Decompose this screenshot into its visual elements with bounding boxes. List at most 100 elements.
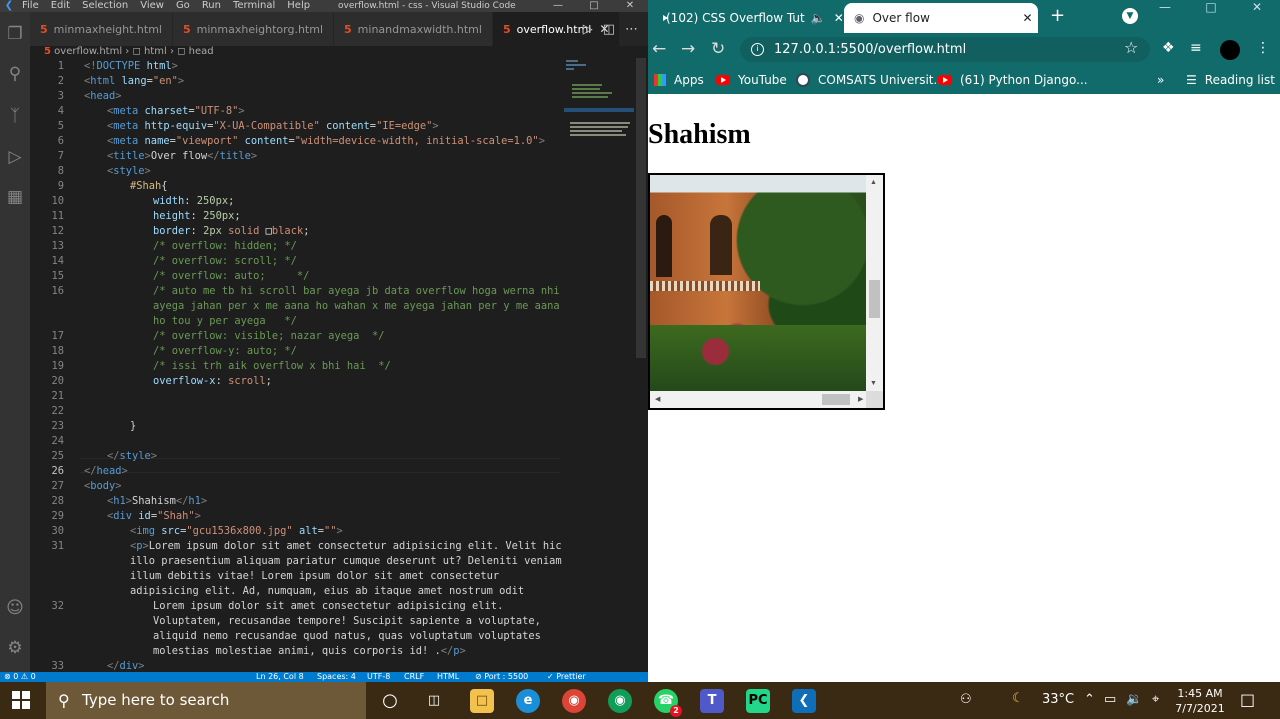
- new-tab-icon[interactable]: +: [1050, 6, 1065, 26]
- chrome-alt-icon[interactable]: ◉: [608, 689, 632, 713]
- reload-icon[interactable]: ↻: [711, 39, 725, 59]
- breadcrumb-html[interactable]: html: [144, 46, 167, 57]
- speaker-icon[interactable]: 🔈: [811, 11, 826, 25]
- vertical-scrollbar[interactable]: ▲ ▼: [866, 175, 883, 393]
- whatsapp-icon[interactable]: ☎ 2: [654, 689, 682, 717]
- bookmark-youtube[interactable]: YouTube: [716, 71, 787, 89]
- more-actions-icon[interactable]: ⋯: [625, 22, 638, 37]
- cortana-icon[interactable]: ○: [378, 689, 402, 713]
- battery-icon[interactable]: ▭: [1104, 692, 1116, 707]
- search-icon[interactable]: ⚲: [3, 62, 27, 86]
- menu-selection[interactable]: Selection: [76, 0, 134, 12]
- chrome-menu-icon[interactable]: ⋮: [1256, 40, 1270, 56]
- close-tab-icon[interactable]: ✕: [834, 11, 842, 25]
- tab-minmaxheightorg[interactable]: 5 minmaxheightorg.html: [172, 12, 335, 46]
- vscode-taskbar-icon[interactable]: ❮: [792, 689, 816, 713]
- extensions-puzzle-icon[interactable]: ❖: [1162, 40, 1175, 56]
- windows-start-icon[interactable]: [12, 691, 30, 709]
- tab-minmaxheight[interactable]: 5 minmaxheight.html: [30, 12, 173, 46]
- bookmark-star-icon[interactable]: ☆: [1124, 38, 1138, 57]
- manage-gear-icon[interactable]: ⚙: [3, 636, 27, 660]
- back-icon[interactable]: ←: [652, 39, 666, 59]
- edge-icon[interactable]: e: [516, 689, 540, 713]
- tab-minandmaxwidth[interactable]: 5 minandmaxwidth.html: [334, 12, 493, 46]
- task-view-icon[interactable]: ◫: [422, 689, 446, 713]
- maximize-icon[interactable]: □: [1188, 0, 1234, 22]
- forward-icon[interactable]: →: [681, 39, 695, 59]
- more-bookmarks-icon[interactable]: »: [1157, 71, 1164, 89]
- clock[interactable]: 1:45 AM 7/7/2021: [1172, 686, 1228, 716]
- address-bar[interactable]: i 127.0.0.1:5500/overflow.html: [740, 37, 1150, 62]
- notifications-icon[interactable]: □: [1240, 690, 1255, 709]
- browser-tab-youtube[interactable]: (102) CSS Overflow Tut 🔈 ✕: [648, 3, 842, 33]
- scroll-up-arrow-icon[interactable]: ▲: [870, 178, 877, 186]
- cursor-position[interactable]: Ln 26, Col 8: [256, 672, 304, 682]
- horizontal-scrollbar[interactable]: ◀ ▶: [650, 391, 868, 408]
- run-debug-icon[interactable]: ▷: [3, 145, 27, 169]
- problems-status[interactable]: ⊗ 0 ⚠ 0: [4, 672, 36, 682]
- close-icon[interactable]: ✕: [1234, 0, 1280, 22]
- scroll-down-arrow-icon[interactable]: ▼: [870, 379, 877, 387]
- breadcrumb-file[interactable]: overflow.html: [54, 46, 122, 57]
- taskbar-search-box[interactable]: ⚲ Type here to search: [46, 682, 366, 719]
- menu-go[interactable]: Go: [170, 0, 196, 12]
- close-tab-icon[interactable]: ✕: [1022, 11, 1032, 25]
- bookmark-apps[interactable]: Apps: [654, 71, 704, 89]
- account-icon[interactable]: ☺: [3, 596, 27, 620]
- live-server-port[interactable]: ⊘ Port : 5500: [475, 672, 528, 682]
- indentation-status[interactable]: Spaces: 4: [317, 672, 356, 682]
- breadcrumb-head[interactable]: head: [189, 46, 214, 57]
- code-token: /* overflow: visible; nazar ayega */: [153, 330, 385, 342]
- line-number: 13: [51, 240, 64, 252]
- run-icon[interactable]: ▷: [583, 22, 593, 37]
- menu-view[interactable]: View: [134, 0, 170, 12]
- maximize-icon[interactable]: □: [576, 0, 612, 12]
- minimap[interactable]: [564, 58, 634, 148]
- menu-file[interactable]: File: [16, 0, 45, 12]
- scroll-right-arrow-icon[interactable]: ▶: [858, 395, 863, 403]
- teams-icon[interactable]: T: [700, 689, 724, 713]
- tab-search-icon[interactable]: ▼: [1122, 8, 1138, 24]
- prettier-status[interactable]: ✓ Prettier: [547, 672, 586, 682]
- scroll-left-arrow-icon[interactable]: ◀: [655, 395, 660, 403]
- file-explorer-icon[interactable]: □: [470, 689, 494, 713]
- editor-scrollbar[interactable]: [636, 58, 646, 358]
- wifi-icon[interactable]: ⌖: [1152, 692, 1159, 707]
- chevron-up-icon[interactable]: ⌃: [1084, 692, 1095, 707]
- source-control-icon[interactable]: ᛉ: [3, 104, 27, 128]
- weather-moon-icon[interactable]: ☾: [1012, 691, 1024, 706]
- reading-list[interactable]: ☰ Reading list: [1186, 71, 1275, 89]
- horizontal-scroll-thumb[interactable]: [822, 394, 850, 405]
- minimize-icon[interactable]: —: [1142, 0, 1188, 22]
- bookmark-comsats[interactable]: COMSATS Universit...: [796, 71, 945, 89]
- volume-icon[interactable]: 🔉: [1126, 692, 1142, 707]
- profile-avatar[interactable]: [1220, 40, 1240, 60]
- overflow-box[interactable]: ▲ ▼ ◀ ▶: [648, 173, 885, 410]
- minimize-icon[interactable]: —: [540, 0, 576, 12]
- code-line: Voluptatem, recusandae tempore! Suscipit…: [153, 614, 541, 629]
- encoding-status[interactable]: UTF-8: [367, 672, 390, 682]
- language-status[interactable]: HTML: [437, 672, 459, 682]
- split-editor-icon[interactable]: ◫: [603, 22, 615, 37]
- close-icon[interactable]: ✕: [612, 0, 648, 12]
- people-icon[interactable]: ⚇: [960, 692, 972, 707]
- bookmark-python-django[interactable]: (61) Python Django...: [938, 71, 1088, 89]
- explorer-icon[interactable]: ❐: [3, 22, 27, 46]
- eol-status[interactable]: CRLF: [404, 672, 424, 682]
- menu-run[interactable]: Run: [196, 0, 227, 12]
- media-control-icon[interactable]: ≡: [1190, 40, 1202, 56]
- menu-edit[interactable]: Edit: [45, 0, 76, 12]
- menu-terminal[interactable]: Terminal: [227, 0, 281, 12]
- menu-help[interactable]: Help: [281, 0, 316, 12]
- extensions-icon[interactable]: ▦: [3, 185, 27, 209]
- code-token: scroll: [228, 375, 266, 387]
- vertical-scroll-thumb[interactable]: [869, 280, 880, 318]
- browser-tab-overflow[interactable]: ◉ Over flow ✕: [844, 3, 1038, 33]
- html-file-icon: 5: [182, 22, 191, 36]
- chrome-icon[interactable]: ◉: [562, 689, 586, 713]
- code-editor[interactable]: 1 2 3 4 5 6 7 8 9 10 11 12 13 14 15 16 17 18 19 20 21 22 23 24 2…: [30, 58, 648, 672]
- pycharm-icon[interactable]: PC: [746, 689, 770, 713]
- code-token: /* overflow-y: auto; */: [153, 345, 297, 357]
- site-info-icon[interactable]: i: [751, 43, 764, 56]
- temperature[interactable]: 33°C: [1042, 692, 1074, 707]
